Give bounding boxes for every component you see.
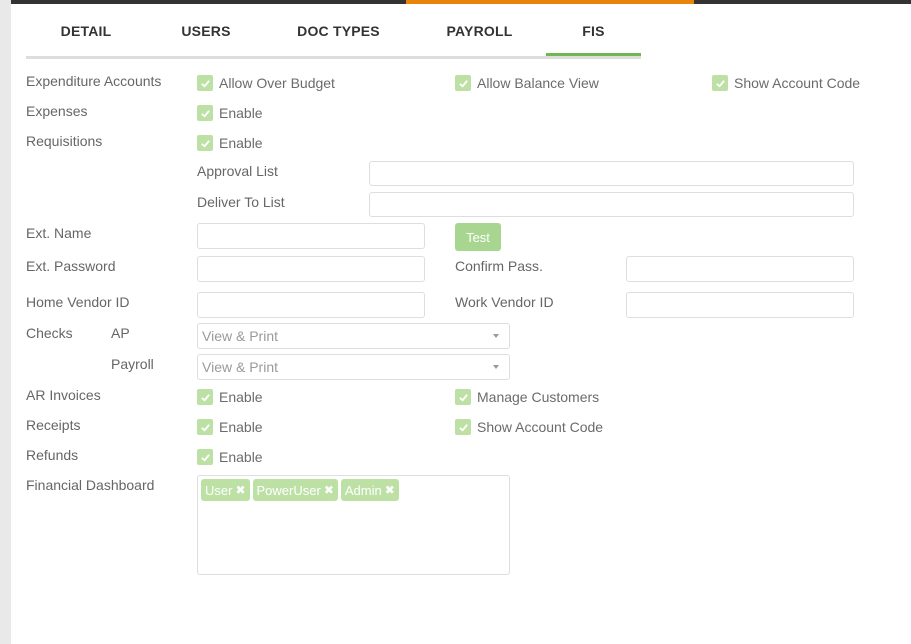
remove-tag-icon[interactable]: ✖ bbox=[385, 483, 395, 497]
receipts-show-account-code-label: Show Account Code bbox=[477, 419, 604, 435]
expenses-enable-label: Enable bbox=[219, 105, 263, 121]
tab-bar: DETAIL USERS DOC TYPES PAYROLL FIS bbox=[26, 10, 641, 59]
allow-over-budget-label: Allow Over Budget bbox=[219, 75, 335, 91]
deliver-to-list-label: Deliver To List bbox=[197, 194, 285, 210]
checkmark-icon bbox=[712, 75, 728, 91]
tab-payroll[interactable]: PAYROLL bbox=[421, 10, 538, 53]
tag-poweruser: PowerUser ✖ bbox=[252, 479, 338, 501]
checks-payroll-label: Payroll bbox=[111, 356, 154, 372]
home-vendor-id-input[interactable] bbox=[197, 292, 425, 318]
tag-list: User ✖ PowerUser ✖ Admin ✖ bbox=[201, 479, 399, 501]
checks-label: Checks bbox=[26, 325, 73, 341]
test-button[interactable]: Test bbox=[455, 223, 501, 251]
confirm-pass-label: Confirm Pass. bbox=[455, 258, 543, 274]
chevron-down-icon bbox=[493, 334, 499, 338]
work-vendor-id-label: Work Vendor ID bbox=[455, 294, 554, 310]
refunds-label: Refunds bbox=[26, 447, 79, 463]
allow-balance-view-label: Allow Balance View bbox=[477, 75, 599, 91]
checkmark-icon bbox=[455, 389, 471, 405]
show-account-code-checkbox[interactable]: Show Account Code bbox=[712, 74, 860, 92]
checks-ap-select[interactable]: View & Print bbox=[197, 323, 510, 349]
requisitions-enable-label: Enable bbox=[219, 135, 263, 151]
expenses-label: Expenses bbox=[26, 103, 88, 119]
checks-ap-value: View & Print bbox=[202, 328, 278, 344]
approval-list-input[interactable] bbox=[369, 161, 854, 186]
deliver-to-list-input[interactable] bbox=[369, 192, 854, 217]
expenses-enable-checkbox[interactable]: Enable bbox=[197, 104, 263, 122]
checkmark-icon bbox=[455, 419, 471, 435]
tag-user: User ✖ bbox=[201, 479, 250, 501]
tab-users[interactable]: USERS bbox=[146, 10, 266, 53]
checkmark-icon bbox=[197, 105, 213, 121]
tab-detail[interactable]: DETAIL bbox=[26, 10, 146, 53]
home-vendor-id-label: Home Vendor ID bbox=[26, 294, 130, 310]
receipts-enable-label: Enable bbox=[219, 419, 263, 435]
checkmark-icon bbox=[197, 75, 213, 91]
requisitions-label: Requisitions bbox=[26, 133, 103, 149]
confirm-pass-input[interactable] bbox=[626, 256, 854, 282]
show-account-code-label: Show Account Code bbox=[734, 75, 861, 91]
checkmark-icon bbox=[197, 449, 213, 465]
allow-over-budget-checkbox[interactable]: Allow Over Budget bbox=[197, 74, 335, 92]
receipts-show-account-code-checkbox[interactable]: Show Account Code bbox=[455, 418, 603, 436]
ext-password-input[interactable] bbox=[197, 256, 425, 282]
work-vendor-id-input[interactable] bbox=[626, 292, 854, 318]
chevron-down-icon bbox=[493, 365, 499, 369]
checks-payroll-value: View & Print bbox=[202, 359, 278, 375]
approval-list-label: Approval List bbox=[197, 163, 278, 179]
tag-label: PowerUser bbox=[256, 482, 321, 498]
checks-payroll-select[interactable]: View & Print bbox=[197, 354, 510, 380]
checkmark-icon bbox=[197, 135, 213, 151]
checkmark-icon bbox=[197, 389, 213, 405]
checkmark-icon bbox=[197, 419, 213, 435]
financial-dashboard-label: Financial Dashboard bbox=[26, 477, 155, 493]
expenditure-accounts-label: Expenditure Accounts bbox=[26, 73, 162, 89]
checks-ap-label: AP bbox=[111, 325, 130, 341]
requisitions-enable-checkbox[interactable]: Enable bbox=[197, 134, 263, 152]
ext-name-input[interactable] bbox=[197, 223, 425, 249]
tag-admin: Admin ✖ bbox=[340, 479, 399, 501]
financial-dashboard-tag-input[interactable]: User ✖ PowerUser ✖ Admin ✖ bbox=[197, 475, 510, 575]
ext-name-label: Ext. Name bbox=[26, 225, 92, 241]
top-bar-accent bbox=[406, 0, 694, 4]
ext-password-label: Ext. Password bbox=[26, 258, 116, 274]
receipts-enable-checkbox[interactable]: Enable bbox=[197, 418, 263, 436]
receipts-label: Receipts bbox=[26, 417, 81, 433]
refunds-enable-label: Enable bbox=[219, 449, 263, 465]
tab-fis[interactable]: FIS bbox=[546, 10, 641, 56]
ar-invoices-enable-checkbox[interactable]: Enable bbox=[197, 388, 263, 406]
ar-invoices-label: AR Invoices bbox=[26, 387, 101, 403]
allow-balance-view-checkbox[interactable]: Allow Balance View bbox=[455, 74, 599, 92]
checkmark-icon bbox=[455, 75, 471, 91]
manage-customers-label: Manage Customers bbox=[477, 389, 600, 405]
tab-doc-types[interactable]: DOC TYPES bbox=[276, 10, 401, 53]
tag-label: User bbox=[205, 482, 233, 498]
ar-invoices-enable-label: Enable bbox=[219, 389, 263, 405]
left-rail bbox=[0, 0, 11, 644]
remove-tag-icon[interactable]: ✖ bbox=[235, 483, 245, 497]
tag-label: Admin bbox=[344, 482, 382, 498]
refunds-enable-checkbox[interactable]: Enable bbox=[197, 448, 263, 466]
remove-tag-icon[interactable]: ✖ bbox=[324, 483, 334, 497]
manage-customers-checkbox[interactable]: Manage Customers bbox=[455, 388, 599, 406]
